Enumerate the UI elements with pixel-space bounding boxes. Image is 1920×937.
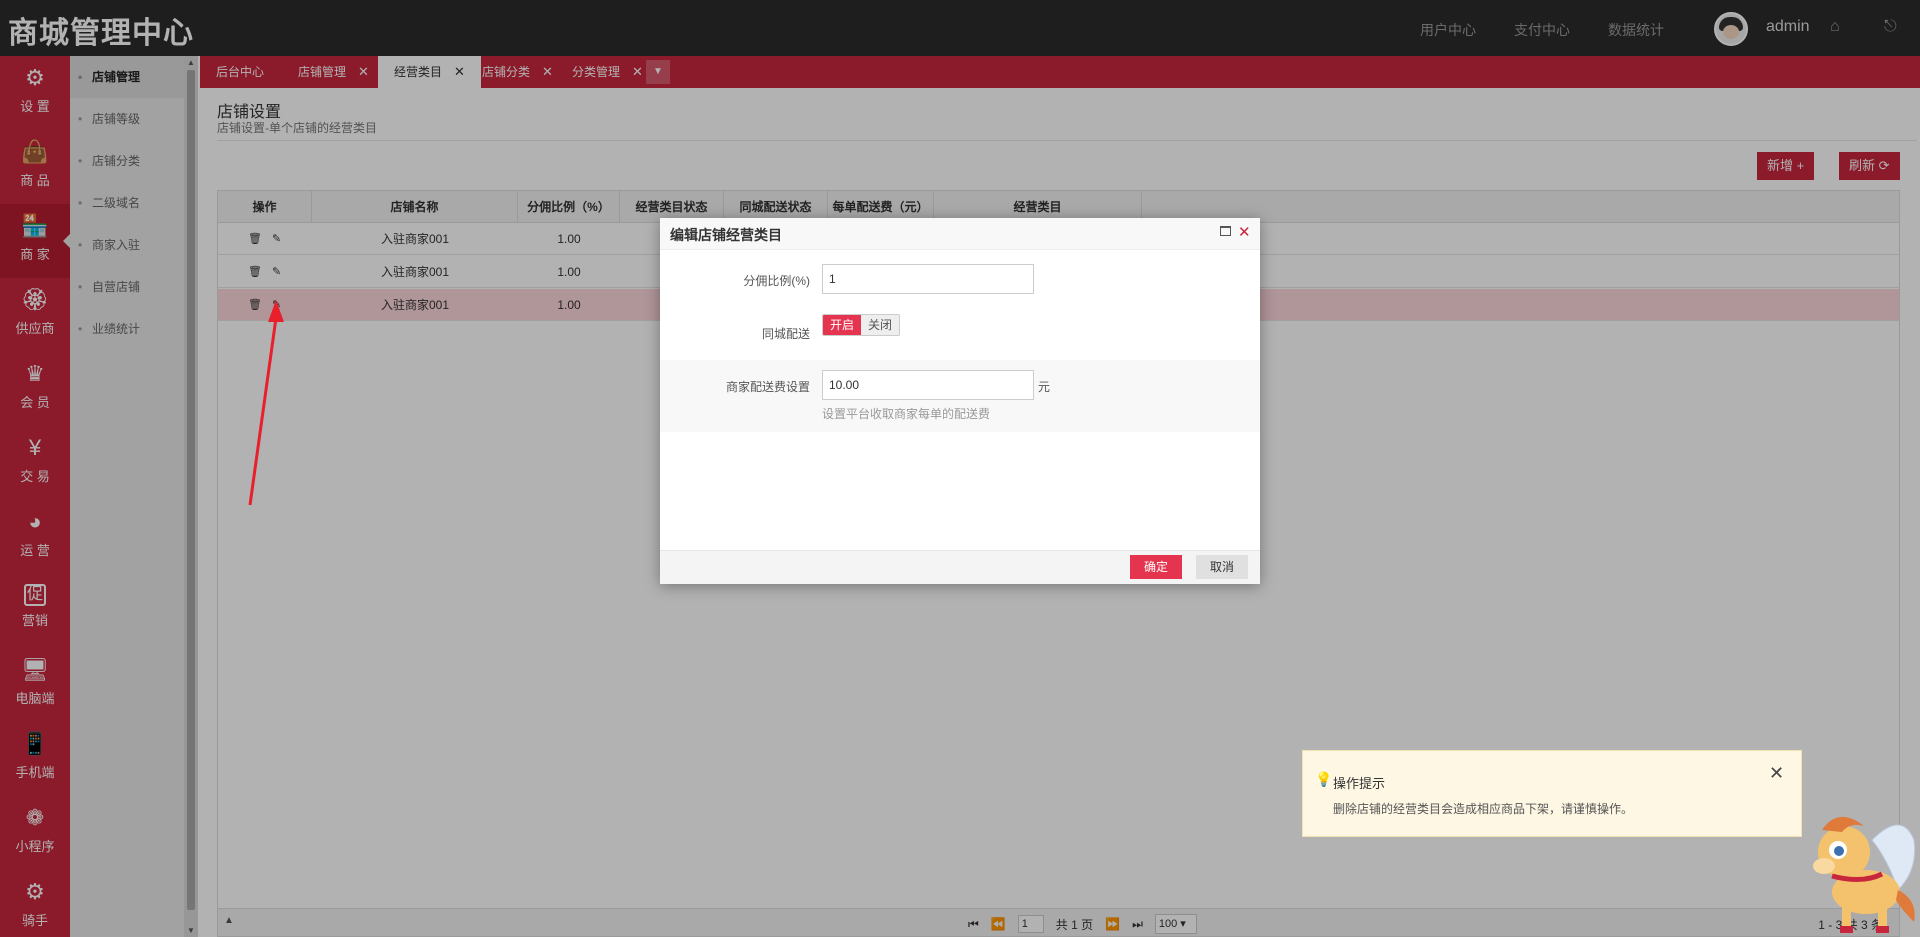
form-row-ratio: 分佣比例(%) 1 [660, 250, 1260, 304]
form-row-delivery: 同城配送 开启 关闭 [660, 304, 1260, 360]
fee-unit: 元 [1038, 380, 1051, 394]
dialog-footer: 确定 取消 [660, 550, 1260, 584]
dialog-title: 编辑店铺经营类目 [670, 227, 782, 243]
tip-title: 操作提示 [1333, 776, 1386, 791]
close-icon[interactable]: ✕ [1238, 223, 1251, 241]
confirm-button[interactable]: 确定 [1130, 555, 1183, 579]
delivery-off-option[interactable]: 关闭 [861, 315, 900, 335]
mascot-pony-image[interactable] [1802, 800, 1920, 937]
ratio-input[interactable]: 1 [822, 264, 1034, 294]
fee-input[interactable]: 10.00 [822, 370, 1034, 400]
tip-text: 删除店铺的经营类目会造成相应商品下架，请谨慎操作。 [1333, 802, 1634, 816]
ratio-label: 分佣比例(%) [743, 274, 810, 288]
cancel-button[interactable]: 取消 [1196, 555, 1249, 579]
fee-hint: 设置平台收取商家每单的配送费 [822, 407, 991, 421]
edit-category-dialog: 编辑店铺经营类目 ✕ 分佣比例(%) 1 同城配送 开启 关闭 商家配送费设置 … [660, 218, 1260, 584]
lightbulb-icon: 💡 [1315, 771, 1333, 787]
fee-label: 商家配送费设置 [725, 380, 810, 394]
delivery-on-option[interactable]: 开启 [823, 315, 862, 335]
close-icon[interactable]: ✕ [1769, 763, 1784, 784]
delivery-toggle[interactable]: 开启 关闭 [822, 314, 901, 336]
dialog-header[interactable]: 编辑店铺经营类目 ✕ [660, 218, 1260, 250]
form-row-fee: 商家配送费设置 10.00 元 设置平台收取商家每单的配送费 [660, 360, 1260, 432]
delivery-label: 同城配送 [761, 327, 810, 341]
maximize-icon[interactable] [1220, 226, 1231, 236]
operation-tip: 💡 操作提示 删除店铺的经营类目会造成相应商品下架，请谨慎操作。 ✕ [1302, 750, 1802, 837]
